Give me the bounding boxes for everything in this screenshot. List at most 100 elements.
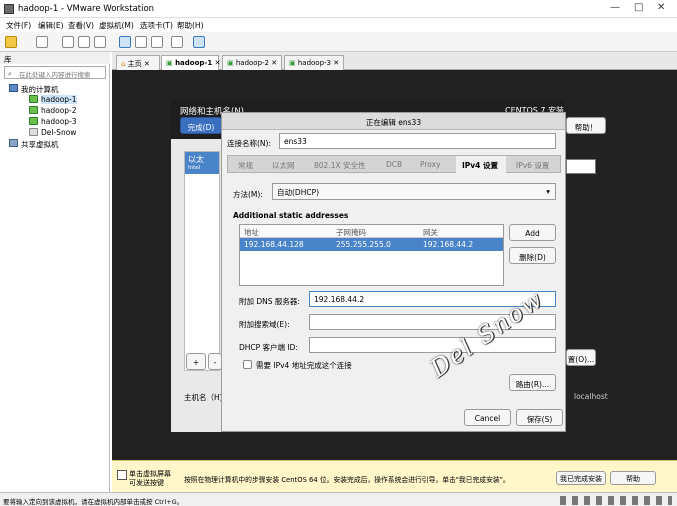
vm-tab-icon: ▣ <box>227 59 236 67</box>
method-select[interactable]: 自动(DHCP) ▾ <box>272 183 556 200</box>
addresses-table[interactable]: 地址 子网掩码 网关 192.168.44.128 255.255.255.0 … <box>239 224 504 286</box>
table-row[interactable]: 192.168.44.128 255.255.255.0 192.168.44.… <box>240 238 503 251</box>
dropdown-arrow-icon: ▾ <box>546 187 550 196</box>
menu-help[interactable]: 帮助(H) <box>177 20 204 31</box>
tree-my-computer[interactable]: 我的计算机 <box>21 84 59 95</box>
tab-close-icon[interactable]: ✕ <box>333 59 339 67</box>
tab-hadoop-3[interactable]: ▣ hadoop-3 ✕ <box>284 55 344 70</box>
vm-icon <box>29 106 38 114</box>
tab-label: hadoop-3 <box>297 59 332 67</box>
interface-row[interactable]: 以太 Intel <box>185 152 219 174</box>
tab-ipv4[interactable]: IPv4 设置 <box>462 160 498 171</box>
cancel-button[interactable]: Cancel <box>464 409 511 426</box>
tree-vm-hadoop-3[interactable]: hadoop-3 <box>41 117 77 126</box>
installer-help-button-visible[interactable]: 帮助！ <box>566 117 606 134</box>
cell-netmask[interactable]: 255.255.255.0 <box>336 240 391 249</box>
installer-done-button[interactable]: 完成(D) <box>180 117 222 134</box>
interface-name: 以太 <box>188 155 204 164</box>
column-address: 地址 <box>244 228 259 237</box>
tab-close-icon[interactable]: ✕ <box>215 59 221 67</box>
library-search-input[interactable]: 在此处键入内容进行搜索 <box>4 66 106 79</box>
library-title: 库 <box>0 52 110 64</box>
shared-icon <box>9 139 18 147</box>
search-domains-label: 附加搜索域(E): <box>239 320 290 329</box>
save-button[interactable]: 保存(S) <box>516 409 563 426</box>
info-icon <box>117 470 127 480</box>
maximize-icon[interactable]: □ <box>634 2 643 13</box>
vm-tab-icon: ▣ <box>289 59 298 67</box>
tab-hadoop-1[interactable]: ▣ hadoop-1 ✕ <box>161 55 221 70</box>
library-view-icon[interactable] <box>119 36 131 48</box>
dns-label: 附加 DNS 服务器: <box>239 297 300 306</box>
tab-label: hadoop-2 <box>235 59 270 67</box>
cell-gateway[interactable]: 192.168.44.2 <box>423 240 473 249</box>
tab-dcb[interactable]: DCB <box>386 160 402 169</box>
tab-hadoop-2[interactable]: ▣ hadoop-2 ✕ <box>222 55 282 70</box>
tab-close-icon[interactable]: ✕ <box>271 59 277 67</box>
remove-interface-button[interactable]: - <box>208 353 222 370</box>
snapshot-icon[interactable] <box>62 36 74 48</box>
add-address-button[interactable]: Add <box>509 224 556 241</box>
column-gateway: 网关 <box>423 228 438 237</box>
menu-view[interactable]: 查看(V) <box>68 20 94 31</box>
menu-bar: 文件(F) 编辑(E) 查看(V) 虚拟机(M) 选项卡(T) 帮助(H) <box>0 18 677 32</box>
installation-complete-button[interactable]: 我已完成安装 <box>556 471 606 485</box>
tree-shared-vms[interactable]: 共享虚拟机 <box>21 139 59 150</box>
tab-label: 主页 <box>127 60 142 68</box>
vmware-logo-icon <box>4 4 14 14</box>
tab-ethernet[interactable]: 以太网 <box>272 160 295 171</box>
dhcp-client-id-input[interactable] <box>309 337 556 353</box>
install-hint-bar: 单击虚拟屏幕 可发送按键 按照在物理计算机中的步骤安装 CentOS 64 位。… <box>112 460 677 492</box>
device-toggle[interactable] <box>566 159 596 174</box>
interface-list: 以太 Intel <box>184 151 220 371</box>
routes-button[interactable]: 路由(R)... <box>509 374 556 391</box>
configure-button[interactable]: 置(O)... <box>566 349 596 366</box>
tab-8021x[interactable]: 802.1X 安全性 <box>314 160 366 171</box>
tab-home[interactable]: ⌂ 主页 ✕ <box>116 55 160 70</box>
power-icon[interactable] <box>5 36 17 48</box>
device-icons[interactable] <box>560 496 672 505</box>
hostname-label: 主机名（H) <box>184 393 223 402</box>
vm-icon <box>29 95 38 103</box>
add-interface-button[interactable]: + <box>186 353 206 370</box>
status-bar: 要将输入定向到该虚拟机，请在虚拟机内部单击或按 Ctrl+G。 <box>0 492 677 506</box>
static-addresses-title: Additional static addresses <box>233 211 349 220</box>
thumbnail-view-icon[interactable] <box>135 36 147 48</box>
library-panel: 库 在此处键入内容进行搜索 ⌕ 我的计算机 hadoop-1 hadoop-2 … <box>0 52 110 492</box>
tab-ipv6[interactable]: IPv6 设置 <box>516 160 549 171</box>
tab-proxy[interactable]: Proxy <box>420 160 441 169</box>
revert-snapshot-icon[interactable] <box>78 36 90 48</box>
tree-vm-hadoop-1[interactable]: hadoop-1 <box>41 95 77 104</box>
connection-name-input[interactable]: ens33 <box>279 133 556 149</box>
hint-help-button[interactable]: 帮助 <box>610 471 656 485</box>
computer-icon <box>9 84 18 92</box>
require-ipv4-checkbox[interactable] <box>243 360 252 369</box>
fullscreen-icon[interactable] <box>151 36 163 48</box>
console-view-icon[interactable] <box>193 36 205 48</box>
method-value: 自动(DHCP) <box>277 188 320 197</box>
send-ctrl-alt-del-icon[interactable] <box>36 36 48 48</box>
menu-file[interactable]: 文件(F) <box>6 20 31 31</box>
table-header: 地址 子网掩码 网关 <box>240 225 503 238</box>
cell-address[interactable]: 192.168.44.128 <box>244 240 304 249</box>
vm-icon <box>29 117 38 125</box>
menu-edit[interactable]: 编辑(E) <box>38 20 64 31</box>
home-icon: ⌂ <box>121 60 128 68</box>
edit-connection-dialog: 正在编辑 ens33 连接名称(N): ens33 常规 以太网 802.1X … <box>221 112 566 432</box>
tree-vm-del-snow[interactable]: Del-Snow <box>41 128 76 137</box>
tab-close-icon[interactable]: ✕ <box>144 60 150 68</box>
window-title: hadoop-1 - VMware Workstation <box>18 4 155 14</box>
delete-address-button[interactable]: 删除(D) <box>509 247 556 264</box>
snapshot-manager-icon[interactable] <box>94 36 106 48</box>
tab-general[interactable]: 常规 <box>238 160 253 171</box>
vm-tab-bar: ⌂ 主页 ✕ ▣ hadoop-1 ✕ ▣ hadoop-2 ✕ ▣ hadoo… <box>112 52 677 70</box>
menu-tabs[interactable]: 选项卡(T) <box>140 20 173 31</box>
status-text: 要将输入定向到该虚拟机，请在虚拟机内部单击或按 Ctrl+G。 <box>3 498 184 506</box>
hint-click-text-2: 可发送按键 <box>129 479 164 487</box>
minimize-icon[interactable]: — <box>610 2 620 13</box>
menu-vm[interactable]: 虚拟机(M) <box>99 20 134 31</box>
method-label: 方法(M): <box>233 190 263 199</box>
tree-vm-hadoop-2[interactable]: hadoop-2 <box>41 106 77 115</box>
close-icon[interactable]: ✕ <box>657 2 665 13</box>
unity-icon[interactable] <box>171 36 183 48</box>
